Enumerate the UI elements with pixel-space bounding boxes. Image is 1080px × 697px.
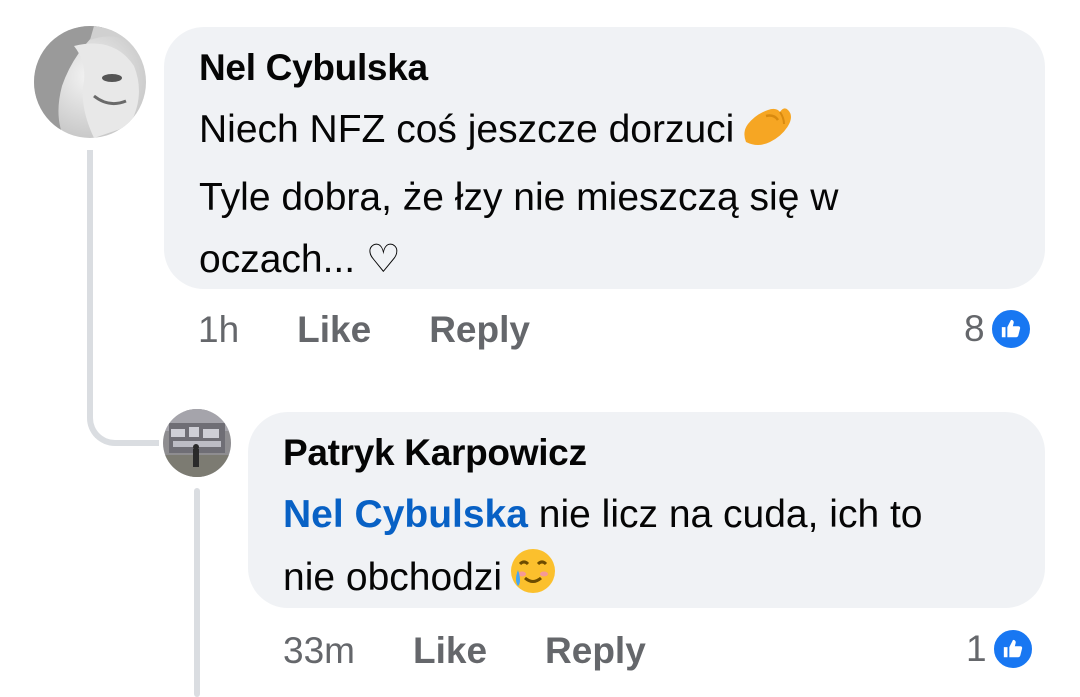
reply-button[interactable]: Reply (429, 309, 530, 351)
comment-author[interactable]: Nel Cybulska (199, 47, 1045, 89)
comment-line: nie obchodzi (283, 556, 502, 599)
comment-timestamp[interactable]: 1h (198, 309, 239, 351)
avatar[interactable] (34, 26, 146, 138)
comment-line: Niech NFZ coś jeszcze dorzuci (199, 108, 735, 151)
comment-line: oczach... ♡ (199, 238, 401, 281)
comment-line: nie licz na cuda, ich to (527, 493, 923, 536)
reaction-summary[interactable]: 8 (964, 306, 1033, 352)
comment-author[interactable]: Patryk Karpowicz (283, 432, 1045, 474)
comment-timestamp[interactable]: 33m (283, 630, 355, 672)
reply-button[interactable]: Reply (545, 630, 646, 672)
thumbs-up-icon (988, 307, 1033, 351)
thread-connector-line (87, 150, 159, 446)
smiling-face-with-tear-emoji-icon (508, 546, 558, 615)
comment-actions: 33m Like Reply (283, 629, 646, 673)
thumbs-up-icon (990, 627, 1035, 671)
comment-line: Tyle dobra, że łzy nie mieszczą się w (199, 176, 839, 219)
comment-bubble: Patryk Karpowicz Nel Cybulska nie licz n… (248, 412, 1045, 608)
like-button[interactable]: Like (297, 309, 371, 351)
avatar-photo-icon (34, 26, 146, 138)
comment-bubble: Nel Cybulska Niech NFZ coś jeszcze dorzu… (164, 27, 1045, 289)
comment-text: Niech NFZ coś jeszcze dorzuci Tyle dobra… (199, 99, 1045, 291)
pinching-hand-emoji-icon (740, 102, 794, 167)
reaction-summary[interactable]: 1 (966, 626, 1035, 672)
avatar[interactable] (163, 409, 231, 477)
reaction-count: 1 (966, 628, 987, 669)
like-button[interactable]: Like (413, 630, 487, 672)
reaction-count: 8 (964, 308, 985, 349)
thread-line-reply (194, 488, 200, 697)
mention-link[interactable]: Nel Cybulska (283, 493, 528, 536)
comment-text: Nel Cybulska nie licz na cuda, ich to ni… (283, 484, 1045, 615)
comment-actions: 1h Like Reply (198, 308, 530, 352)
avatar-photo-icon (163, 409, 231, 477)
